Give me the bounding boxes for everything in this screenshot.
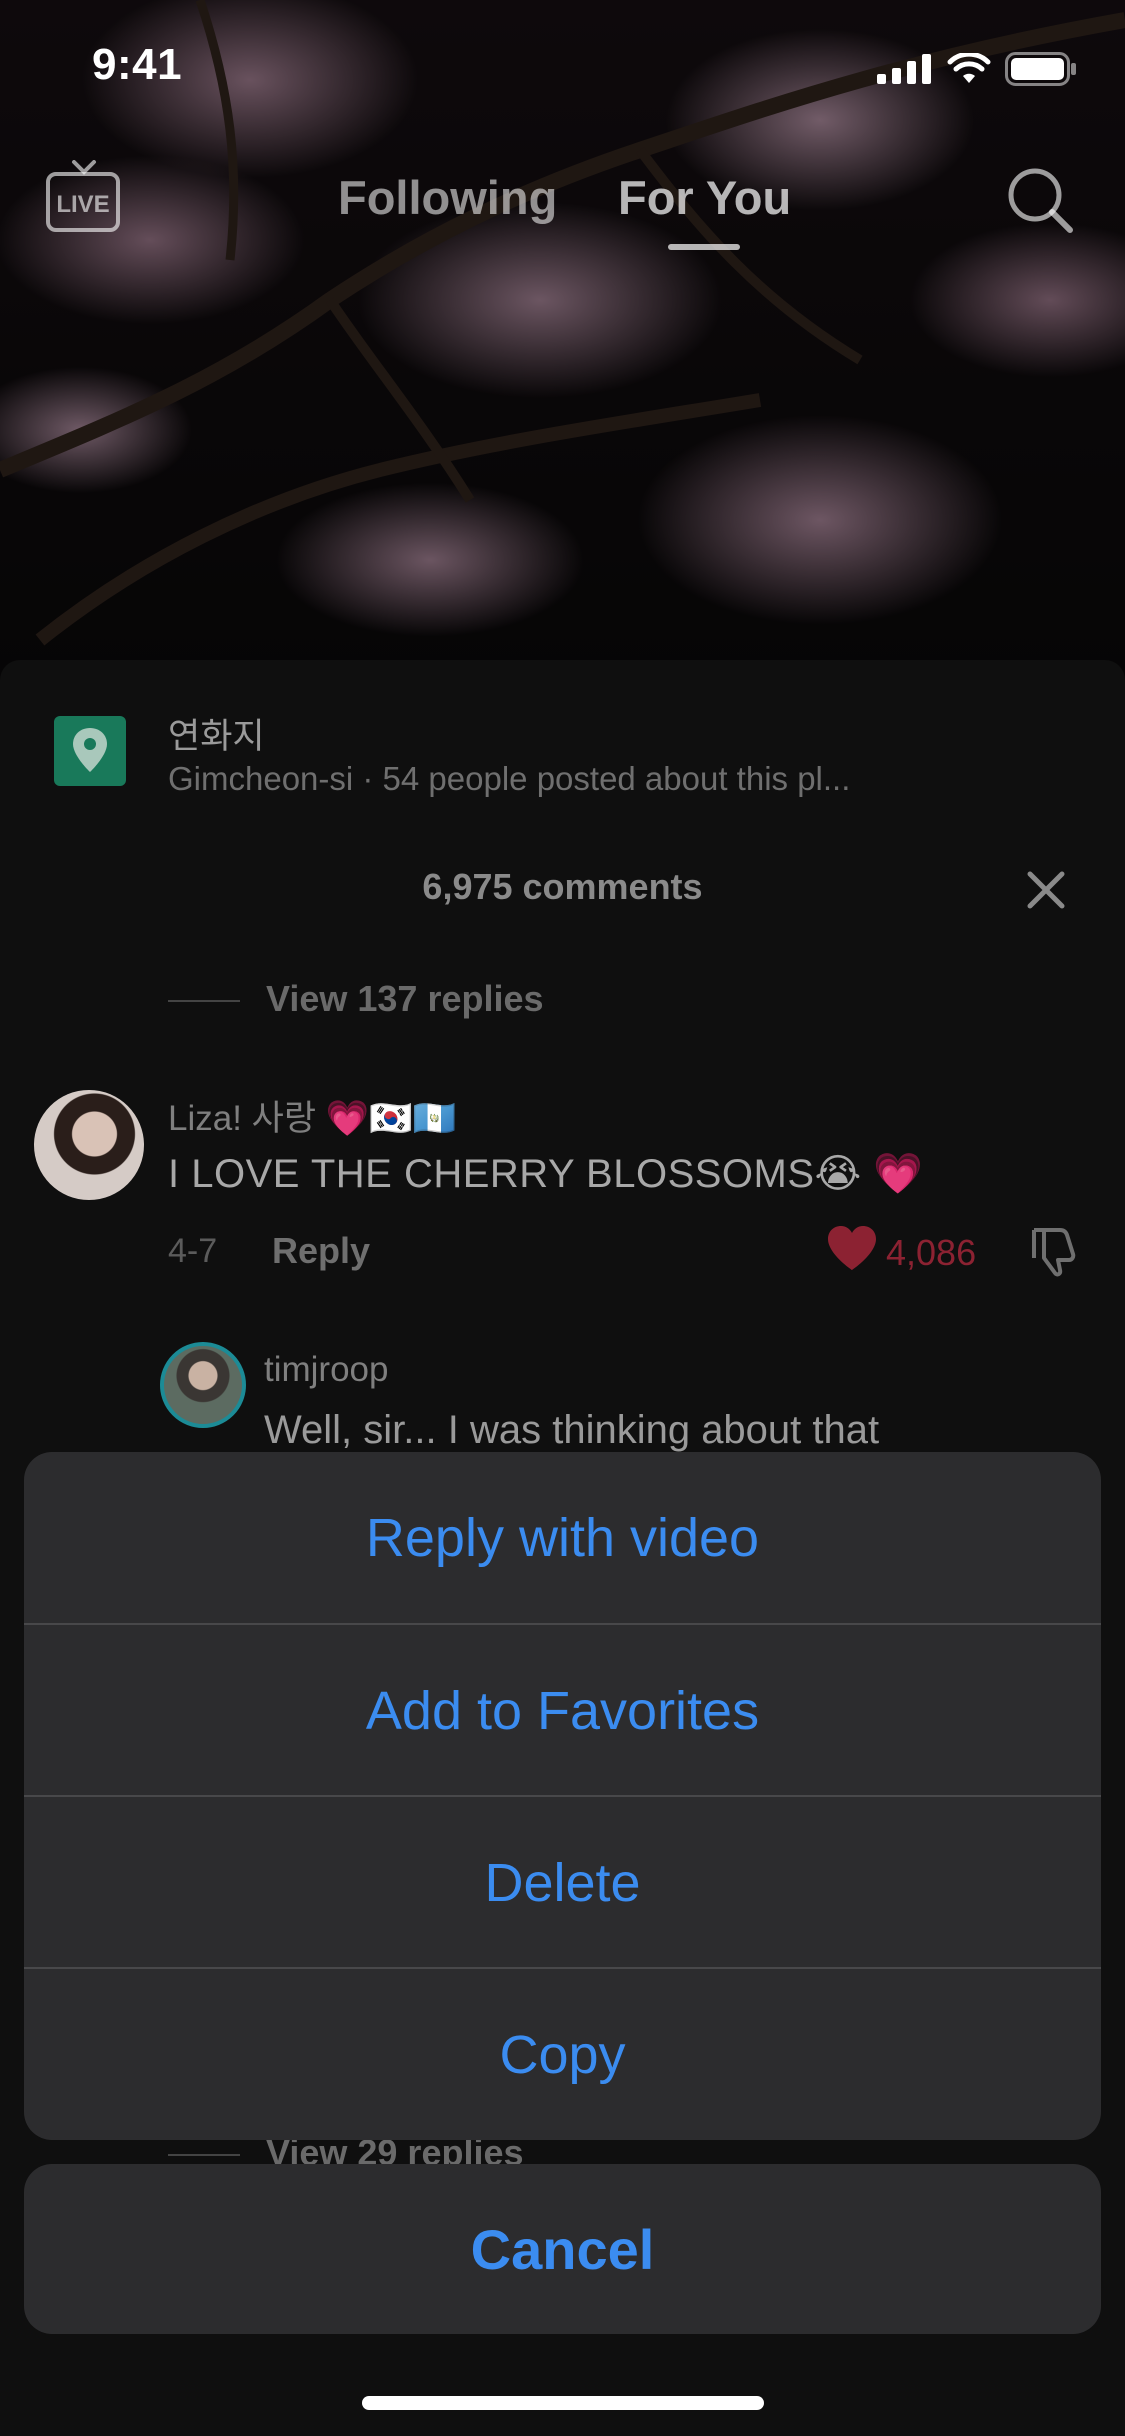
reply-avatar[interactable] — [160, 1342, 246, 1428]
replies-line — [168, 1000, 240, 1002]
view-replies-top-label: View 137 replies — [266, 978, 544, 1019]
delete-button[interactable]: Delete — [24, 1797, 1101, 1969]
home-indicator[interactable] — [362, 2396, 764, 2410]
cellular-signal-icon — [877, 54, 931, 84]
tab-for-you[interactable]: For You — [618, 170, 791, 225]
replies-line — [168, 2154, 240, 2156]
action-sheet: Reply with video Add to Favorites Delete… — [24, 1452, 1101, 2140]
copy-button[interactable]: Copy — [24, 1969, 1101, 2140]
battery-icon — [1005, 52, 1076, 86]
comment-date: 4-7 — [168, 1232, 218, 1270]
live-button[interactable]: LIVE — [44, 160, 124, 236]
reply-button[interactable]: Reply — [272, 1230, 370, 1272]
location-name: 연화지 — [168, 717, 265, 756]
avatar[interactable] — [34, 1090, 144, 1200]
reply-item: timjroop Well, sir... I was thinking abo… — [160, 1342, 1100, 1462]
close-icon — [1027, 871, 1065, 909]
like-count: 4,086 — [886, 1232, 977, 1273]
location-subtitle: Gimcheon-si · 54 people posted about thi… — [168, 760, 851, 797]
location-row[interactable]: 연화지 Gimcheon-si · 54 people posted about… — [54, 708, 1074, 798]
cancel-button[interactable]: Cancel — [24, 2164, 1101, 2334]
search-button[interactable] — [1004, 164, 1076, 236]
top-navigation: LIVE Following For You — [0, 150, 1125, 250]
reply-username[interactable]: timjroop — [264, 1350, 388, 1390]
comment-text: I LOVE THE CHERRY BLOSSOMS😭 💗 — [168, 1152, 924, 1196]
live-tv-icon: LIVE — [46, 160, 120, 232]
status-time: 9:41 — [92, 40, 183, 89]
close-comments-button[interactable] — [1022, 866, 1070, 914]
tab-following[interactable]: Following — [338, 170, 557, 225]
search-icon — [1008, 168, 1073, 233]
heart-icon[interactable] — [826, 1224, 878, 1272]
location-pin-icon — [54, 716, 126, 786]
reply-with-video-button[interactable]: Reply with video — [24, 1452, 1101, 1624]
screen: 9:41 LIVE Following For You 연화지 Gimcheon… — [0, 0, 1125, 2436]
wifi-icon — [947, 53, 991, 83]
status-bar: 9:41 — [0, 0, 1125, 135]
comment-item: Liza! 사랑 💗🇰🇷🇬🇹 I LOVE THE CHERRY BLOSSOM… — [34, 1090, 1094, 1290]
dislike-icon[interactable] — [1026, 1222, 1082, 1278]
active-tab-indicator — [668, 244, 740, 250]
add-to-favorites-button[interactable]: Add to Favorites — [24, 1625, 1101, 1797]
reply-text: Well, sir... I was thinking about that — [264, 1408, 880, 1452]
status-icons — [877, 52, 1077, 86]
comment-username[interactable]: Liza! 사랑 💗🇰🇷🇬🇹 — [168, 1090, 457, 1141]
svg-text:LIVE: LIVE — [56, 191, 109, 218]
comments-count: 6,975 comments — [422, 866, 703, 907]
